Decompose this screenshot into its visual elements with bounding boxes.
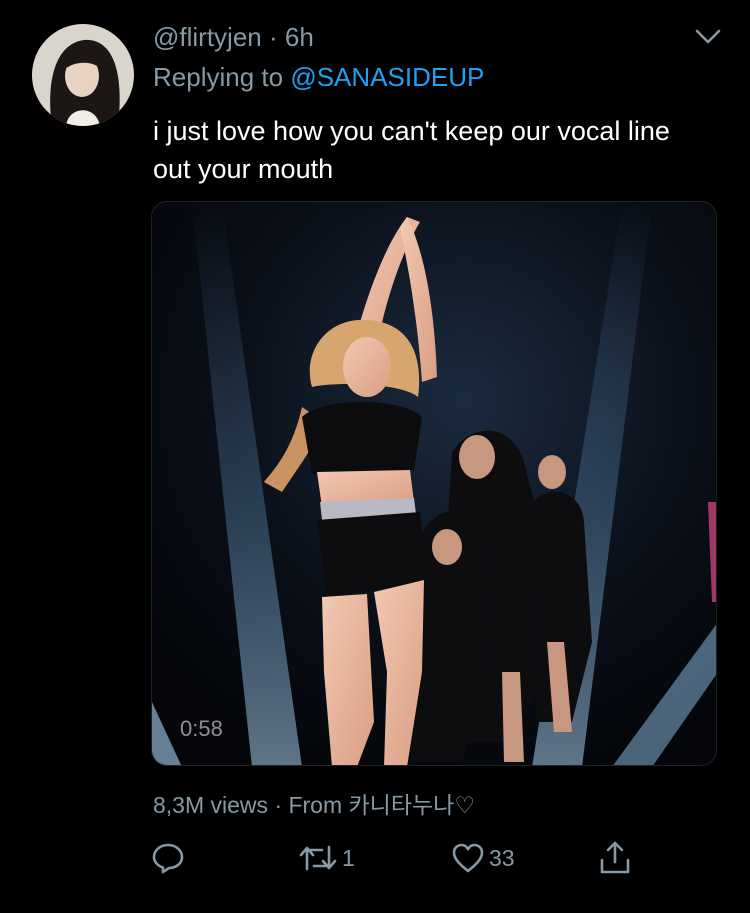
like-button[interactable]: 33 [451, 836, 515, 880]
like-icon [452, 843, 484, 873]
tweet-text: i just love how you can't keep our vocal… [153, 116, 670, 184]
replying-prefix: Replying to [153, 62, 291, 92]
share-icon [600, 841, 630, 874]
share-button[interactable] [598, 836, 632, 880]
tweet-time[interactable]: 6h [285, 22, 314, 52]
retweet-button[interactable]: 1 [298, 836, 355, 880]
video-player[interactable] [151, 201, 717, 766]
tweet-header: @flirtyjen · 6h [153, 22, 314, 53]
chevron-down-icon[interactable] [694, 28, 722, 46]
tweet[interactable]: @flirtyjen · 6h Replying to @SANASIDEUP … [0, 0, 750, 913]
header-separator: · [261, 22, 285, 52]
avatar[interactable] [32, 24, 134, 126]
view-count-source: 8,3M views · From 카니타누나♡ [153, 792, 475, 818]
like-count: 33 [489, 844, 515, 871]
video-duration: 0:58 [180, 716, 223, 741]
mention-link[interactable]: @SANASIDEUP [290, 62, 484, 92]
reply-button[interactable] [151, 836, 185, 880]
reply-icon [152, 843, 184, 874]
replying-to: Replying to @SANASIDEUP [153, 62, 484, 93]
avatar-image [32, 24, 134, 126]
video-thumbnail [152, 202, 716, 765]
user-handle[interactable]: @flirtyjen [153, 22, 262, 52]
retweet-icon [299, 845, 337, 871]
retweet-count: 1 [342, 844, 355, 871]
tweet-actions: 1 33 [0, 836, 750, 880]
